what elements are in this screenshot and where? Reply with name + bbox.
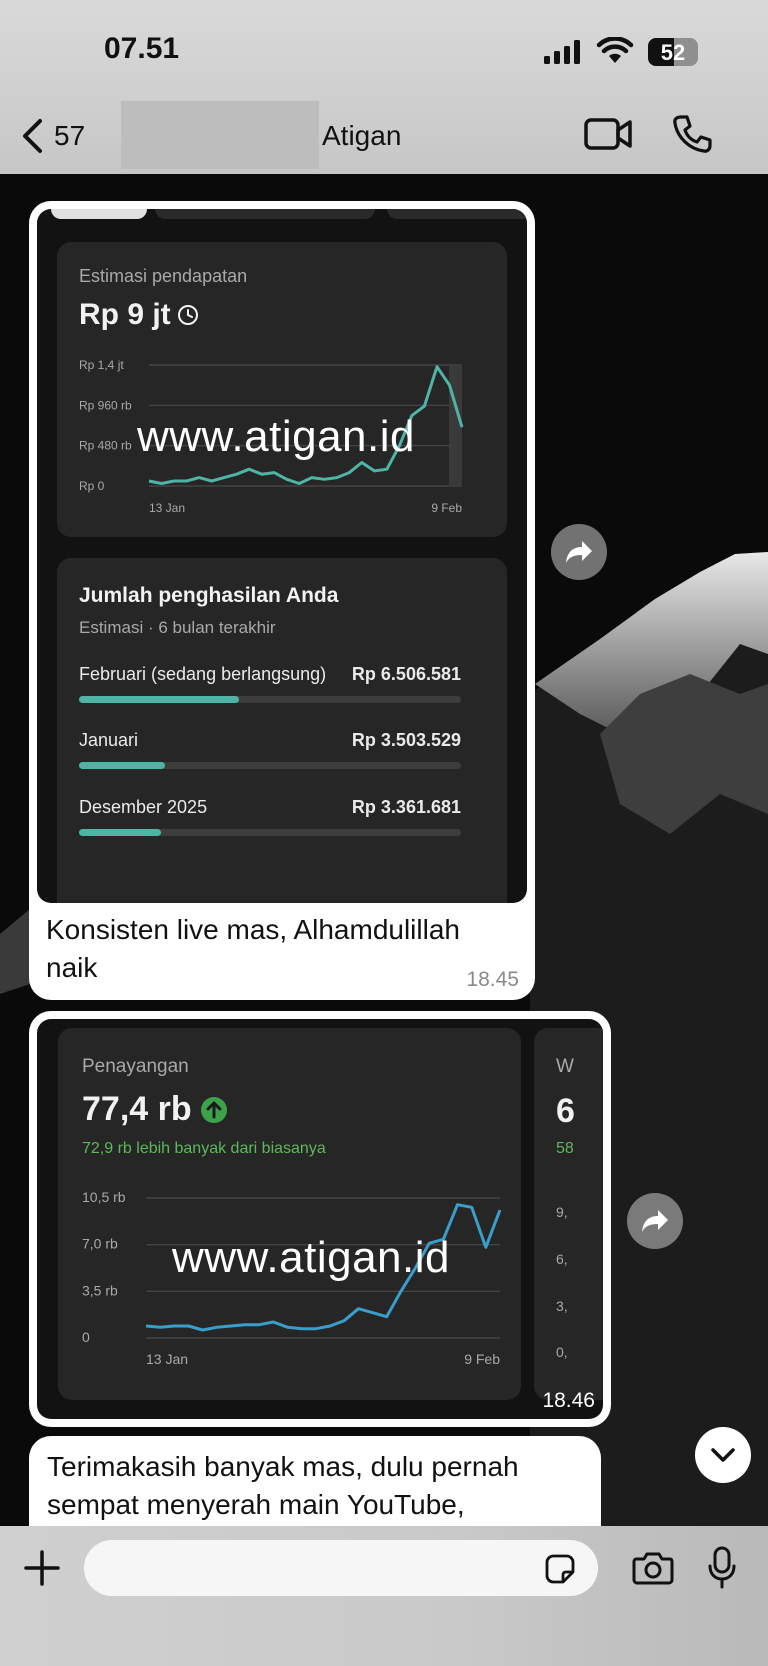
video-call-icon[interactable] bbox=[584, 116, 632, 152]
income-month: Januari bbox=[79, 730, 139, 750]
chart-y-tick-label: 7,0 rb bbox=[82, 1236, 118, 1252]
message-time: 18.46 bbox=[542, 1389, 595, 1412]
partial-value: 6 bbox=[556, 1092, 575, 1130]
watermark: www.atigan.id bbox=[137, 412, 415, 461]
income-bar-fill bbox=[79, 762, 165, 769]
message-bubble[interactable]: Estimasi pendapatan Rp 9 jt Rp 1,4 jt Rp … bbox=[29, 201, 535, 1000]
watermark: www.atigan.id bbox=[172, 1233, 450, 1282]
partial-tick: 9, bbox=[556, 1204, 568, 1220]
camera-icon[interactable] bbox=[632, 1550, 674, 1586]
forward-button[interactable] bbox=[551, 524, 607, 580]
chart-x-tick-label: 13 Jan bbox=[149, 501, 185, 515]
chart-x-tick-label: 9 Feb bbox=[464, 1351, 500, 1367]
message-input[interactable] bbox=[84, 1540, 598, 1596]
chart-y-tick-label: Rp 480 rb bbox=[79, 439, 132, 453]
avatar[interactable] bbox=[121, 101, 319, 169]
income-amount: Rp 3.503.529 bbox=[351, 730, 461, 750]
income-month: Desember 2025 bbox=[79, 797, 208, 817]
income-amount: Rp 6.506.581 bbox=[351, 664, 461, 684]
chart-x-tick-label: 9 Feb bbox=[431, 501, 462, 515]
chart-y-tick-label: 10,5 rb bbox=[82, 1189, 126, 1205]
partial-tick: 6, bbox=[556, 1251, 568, 1267]
card-title: Jumlah penghasilan Anda bbox=[79, 584, 339, 607]
income-bar-fill bbox=[79, 829, 162, 836]
message-text: Konsisten live mas, Alhamdulillah naik bbox=[46, 914, 460, 983]
income-month: Februari (sedang berlangsung) bbox=[79, 664, 327, 684]
earnings-screenshot[interactable]: Estimasi pendapatan Rp 9 jt Rp 1,4 jt Rp … bbox=[37, 209, 527, 903]
chart-y-tick-label: Rp 0 bbox=[79, 479, 105, 493]
chart-y-tick-label: 3,5 rb bbox=[82, 1282, 118, 1298]
message-bubble[interactable]: Penayangan 77,4 rb 72,9 rb lebih banyak … bbox=[29, 1011, 611, 1427]
partial-tick: 3, bbox=[556, 1298, 568, 1314]
plus-icon[interactable] bbox=[22, 1548, 62, 1588]
earnings-estimate-card: Estimasi pendapatan Rp 9 jt Rp 1,4 jt Rp … bbox=[57, 242, 507, 537]
message-time: 18.45 bbox=[466, 968, 519, 991]
phone-call-icon[interactable] bbox=[672, 114, 712, 154]
forward-arrow-icon bbox=[642, 1210, 668, 1232]
income-summary-card: Jumlah penghasilan Anda Estimasi · 6 bul… bbox=[57, 558, 507, 903]
income-bar bbox=[79, 829, 461, 836]
battery-percent: 52 bbox=[660, 40, 686, 65]
chart-x-tick-label: 13 Jan bbox=[146, 1351, 188, 1367]
partial-subtitle: 58 bbox=[556, 1140, 574, 1157]
partial-tick: 0, bbox=[556, 1344, 568, 1360]
scroll-to-bottom-button[interactable] bbox=[695, 1427, 751, 1483]
microphone-icon[interactable] bbox=[707, 1546, 737, 1590]
forward-arrow-icon bbox=[566, 541, 592, 563]
card-subtitle: Estimasi · 6 bulan terakhir bbox=[79, 618, 276, 637]
message-text: Terimakasih banyak mas, dulu pernah semp… bbox=[47, 1451, 519, 1520]
contact-name[interactable]: Atigan bbox=[322, 120, 401, 152]
status-time: 07.51 bbox=[104, 32, 180, 65]
partial-title: W bbox=[556, 1056, 574, 1077]
status-bar: 07.51 52 bbox=[0, 0, 768, 100]
views-line-chart: 10,5 rb 7,0 rb 3,5 rb 0 13 Jan 9 Feb bbox=[82, 1189, 502, 1367]
back-button[interactable]: 57 bbox=[20, 118, 85, 154]
earnings-line-chart: Rp 1,4 jt Rp 960 rb Rp 480 rb Rp 0 13 Jan 9 F… bbox=[79, 358, 464, 515]
chat-header: 57 Atigan bbox=[0, 100, 768, 174]
chevron-down-icon bbox=[711, 1448, 735, 1462]
forward-button[interactable] bbox=[627, 1193, 683, 1249]
sticker-icon[interactable] bbox=[544, 1553, 576, 1585]
income-bar-fill bbox=[79, 696, 240, 703]
cellular-signal-icon bbox=[544, 40, 580, 64]
message-composer bbox=[0, 1526, 768, 1666]
chevron-left-icon bbox=[23, 119, 42, 153]
income-amount: Rp 3.361.681 bbox=[351, 797, 461, 817]
income-bar bbox=[79, 762, 461, 769]
income-bar bbox=[79, 696, 461, 703]
tab-indicator bbox=[387, 209, 527, 219]
views-card: Penayangan 77,4 rb 72,9 rb lebih banyak … bbox=[58, 1028, 521, 1400]
partial-next-card: W 6 58 9, 6, 3, 0, bbox=[534, 1028, 603, 1400]
battery-indicator: 52 bbox=[648, 38, 698, 66]
chart-y-tick-label: Rp 960 rb bbox=[79, 398, 132, 412]
chart-y-tick-label: Rp 1,4 jt bbox=[79, 358, 124, 372]
tab-indicator bbox=[155, 209, 375, 219]
tab-indicator bbox=[51, 209, 147, 219]
views-screenshot[interactable]: Penayangan 77,4 rb 72,9 rb lebih banyak … bbox=[37, 1019, 603, 1419]
chart-y-tick-label: 0 bbox=[82, 1329, 90, 1345]
unread-count: 57 bbox=[54, 120, 86, 151]
wifi-icon bbox=[596, 37, 634, 63]
